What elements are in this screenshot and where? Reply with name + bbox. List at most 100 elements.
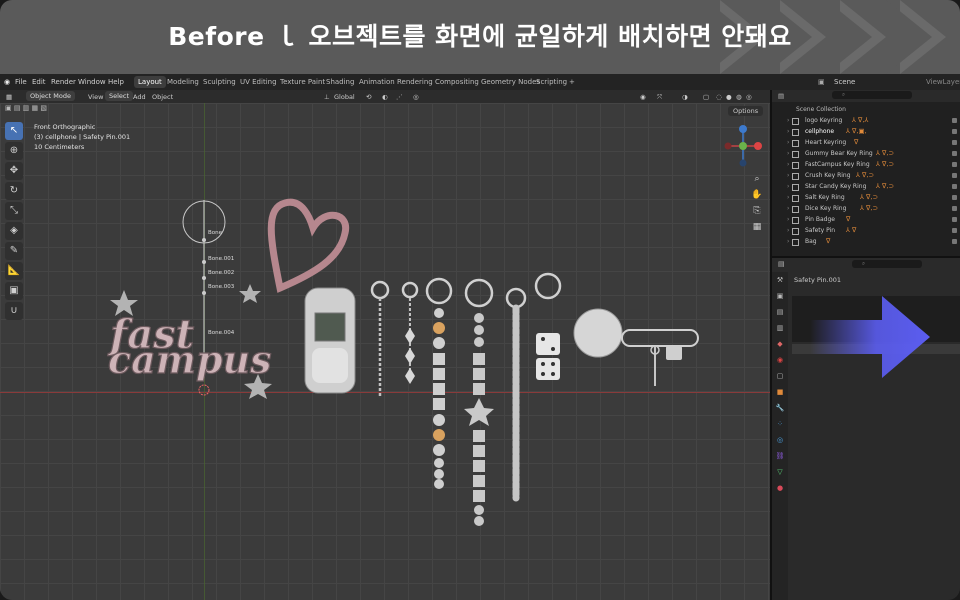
outliner-row[interactable]: › Gummy Bear Key Ring ⅄ ∇,⊃ [772, 148, 960, 159]
expand-arrow-icon[interactable]: › [787, 115, 789, 126]
gizmo-icon[interactable]: ⤧ [657, 93, 662, 102]
expand-arrow-icon[interactable]: › [787, 236, 789, 247]
shading-rendered-icon[interactable]: ◎ [746, 93, 752, 101]
data-tab-icon[interactable]: ▽ [772, 464, 788, 480]
tool-tab-icon[interactable]: ⚒ [772, 272, 788, 288]
shading-wireframe-icon[interactable]: ◌ [716, 93, 722, 101]
outliner-row[interactable]: › Bag ∇ [772, 236, 960, 247]
outliner-row[interactable]: › Crush Key Ring ⅄ ∇,⊃ [772, 170, 960, 181]
padlock[interactable] [666, 346, 682, 360]
properties-search-input[interactable]: ⌕ [852, 260, 922, 268]
tab-layout[interactable]: Layout [134, 76, 166, 88]
scene-tab-icon[interactable]: ◆ [772, 336, 788, 352]
menu-add[interactable]: Add [133, 93, 146, 101]
measure-icon[interactable]: 📐 [5, 262, 23, 280]
tab-uv-editing[interactable]: UV Editing [236, 76, 281, 88]
selection-mode-icons[interactable]: ▣ ▤ ▥ ▦ ▧ [5, 104, 47, 112]
dice-bottom[interactable] [536, 358, 560, 380]
expand-arrow-icon[interactable]: › [787, 148, 789, 159]
expand-arrow-icon[interactable]: › [787, 170, 789, 181]
visibility-checkbox[interactable] [952, 239, 957, 244]
constraints-tab-icon[interactable]: ⛓ [772, 448, 788, 464]
visibility-checkbox[interactable] [952, 140, 957, 145]
tab-shading[interactable]: Shading [322, 76, 358, 88]
view-layer-tab-icon[interactable]: ▥ [772, 320, 788, 336]
expand-arrow-icon[interactable]: › [787, 137, 789, 148]
cursor-icon[interactable]: ⊕ [5, 142, 23, 160]
viewlayer-selector[interactable]: ViewLayer [926, 78, 960, 86]
zoom-icon[interactable]: ⌕ [750, 171, 764, 187]
output-tab-icon[interactable]: ▤ [772, 304, 788, 320]
visibility-checkbox[interactable] [952, 129, 957, 134]
visibility-checkbox[interactable] [952, 228, 957, 233]
safety-pin[interactable] [621, 329, 699, 347]
outliner-row[interactable]: › logo Keyring ⅄ ∇,⅄ [772, 115, 960, 126]
menu-view[interactable]: View [88, 93, 103, 101]
menu-help[interactable]: Help [108, 78, 124, 86]
overlay-icon[interactable]: ◑ [682, 93, 688, 101]
star-right[interactable] [239, 284, 261, 303]
visibility-checkbox[interactable] [952, 173, 957, 178]
3d-viewport[interactable]: ▣ ▤ ▥ ▦ ▧ Front Orthographic (3) cellpho… [0, 103, 770, 600]
xray-icon[interactable]: ▢ [703, 93, 709, 101]
select-box-icon[interactable]: ↖ [5, 122, 23, 140]
outliner-row[interactable]: › Pin Badge ∇ [772, 214, 960, 225]
shading-solid-icon[interactable]: ● [726, 93, 732, 101]
curve-icon[interactable]: ∪ [5, 302, 23, 320]
scale-icon[interactable]: ⤡ [5, 202, 23, 220]
add-workspace-button[interactable]: + [565, 76, 579, 88]
scene-collection-row[interactable]: Scene Collection [772, 104, 960, 115]
pan-hand-icon[interactable]: ✋ [750, 187, 764, 203]
visibility-checkbox[interactable] [952, 151, 957, 156]
snap-target-icon[interactable]: ⋰ [396, 93, 403, 101]
object-tab-icon[interactable]: ■ [772, 384, 788, 400]
orientation-selector[interactable]: Global [334, 93, 355, 101]
expand-arrow-icon[interactable]: › [787, 192, 789, 203]
modifier-tab-icon[interactable]: 🔧 [772, 400, 788, 416]
options-dropdown[interactable]: Options [728, 106, 764, 116]
logo-campus[interactable]: campus [107, 336, 272, 382]
star-candy-chain[interactable] [464, 313, 494, 526]
render-tab-icon[interactable]: ▣ [772, 288, 788, 304]
pin-badge[interactable] [573, 308, 623, 358]
outliner-row[interactable]: › Dice Key Ring ⅄ ∇,⊃ [772, 203, 960, 214]
outliner-row[interactable]: › Heart Keyring ∇ [772, 137, 960, 148]
visibility-checkbox[interactable] [952, 184, 957, 189]
perspective-grid-icon[interactable]: ▦ [750, 219, 764, 235]
expand-arrow-icon[interactable]: › [787, 225, 789, 236]
expand-arrow-icon[interactable]: › [787, 181, 789, 192]
outliner-row[interactable]: › Salt Key Ring ⅄ ∇,⊃ [772, 192, 960, 203]
editor-type-icon[interactable]: ▦ [6, 93, 12, 101]
annotate-icon[interactable]: ✎ [5, 242, 23, 260]
visibility-checkbox[interactable] [952, 206, 957, 211]
tab-sculpting[interactable]: Sculpting [199, 76, 240, 88]
visibility-checkbox[interactable] [952, 162, 957, 167]
pivot-icon[interactable]: ⟲ [366, 93, 371, 101]
expand-arrow-icon[interactable]: › [787, 214, 789, 225]
menu-select[interactable]: Select [105, 91, 134, 101]
blender-logo-icon[interactable]: ◉ [4, 78, 10, 86]
rotate-icon[interactable]: ↻ [5, 182, 23, 200]
expand-arrow-icon[interactable]: › [787, 203, 789, 214]
material-tab-icon[interactable]: ● [772, 480, 788, 496]
menu-edit[interactable]: Edit [32, 78, 46, 86]
outliner-row[interactable]: › Star Candy Key Ring ⅄ ∇,⊃ [772, 181, 960, 192]
transform-icon[interactable]: ◈ [5, 222, 23, 240]
physics-tab-icon[interactable]: ◎ [772, 432, 788, 448]
add-cube-icon[interactable]: ▣ [5, 282, 23, 300]
outliner-row[interactable]: › cellphone ⅄ ∇,▣, [772, 126, 960, 137]
outliner-editor-icon[interactable]: ▤ [778, 92, 784, 100]
scene-objects[interactable]: fast campus [100, 158, 720, 538]
tab-compositing[interactable]: Compositing [431, 76, 483, 88]
visibility-icon[interactable]: ◉ [640, 93, 646, 101]
outliner-row[interactable]: › Safety Pin ⅄ ∇ [772, 225, 960, 236]
outliner-row[interactable]: › FastCampus Key Ring ⅄ ∇,⊃ [772, 159, 960, 170]
menu-file[interactable]: File [15, 78, 27, 86]
shading-material-icon[interactable]: ◍ [736, 93, 742, 101]
proportional-icon[interactable]: ◎ [413, 93, 419, 101]
tab-modeling[interactable]: Modeling [163, 76, 203, 88]
camera-icon[interactable]: ⎘ [750, 203, 764, 219]
mode-selector[interactable]: Object Mode [26, 91, 75, 101]
dice-top[interactable] [536, 333, 560, 355]
properties-editor-icon[interactable]: ▤ [778, 260, 785, 268]
